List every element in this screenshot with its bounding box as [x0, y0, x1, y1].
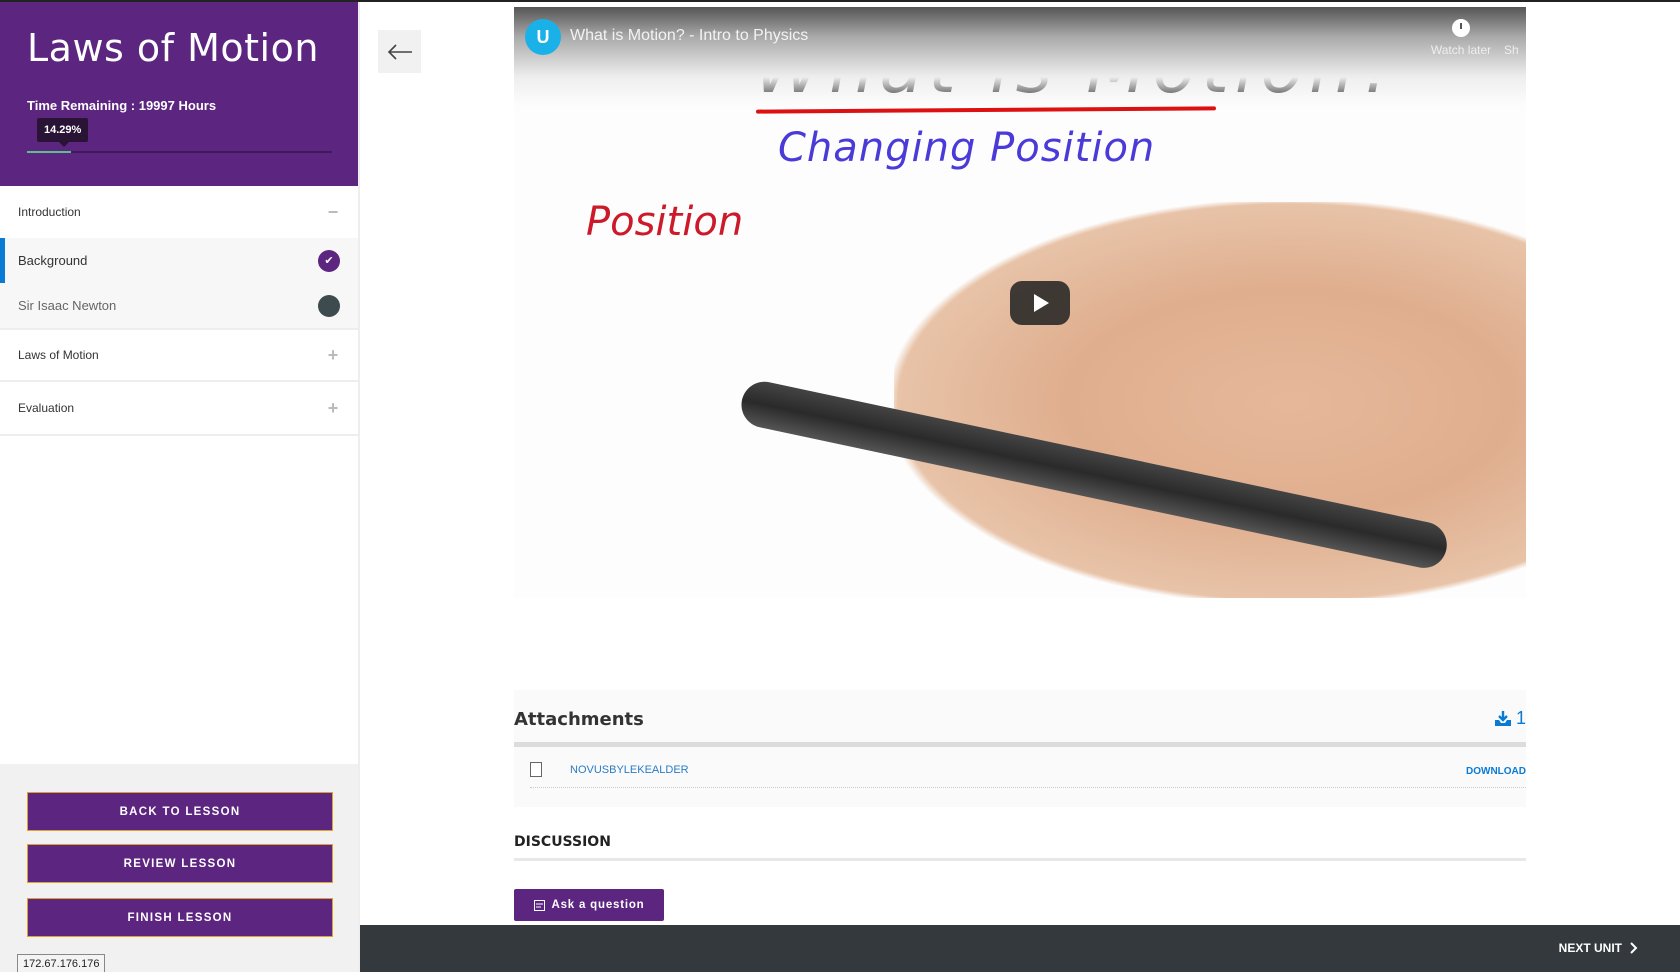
- share-label: Sh: [1504, 43, 1519, 57]
- ask-question-button[interactable]: Ask a question: [514, 889, 664, 921]
- play-icon: [1034, 294, 1049, 312]
- unit-label: Background: [18, 253, 88, 268]
- share-button[interactable]: Sh: [1504, 19, 1526, 57]
- incomplete-status-icon: [318, 294, 340, 317]
- attachments-title: Attachments: [514, 709, 644, 730]
- course-sidebar: Laws of Motion Time Remaining : 19997 Ho…: [0, 2, 360, 972]
- chevron-right-icon: [1630, 942, 1638, 954]
- ip-address-label: 172.67.176.176: [17, 954, 106, 972]
- expand-icon[interactable]: +: [326, 398, 340, 419]
- whiteboard-subheading: Changing Position: [778, 125, 1156, 171]
- sidebar-actions: BACK TO LESSON REVIEW LESSON FINISH LESS…: [0, 764, 358, 972]
- video-title[interactable]: What is Motion? - Intro to Physics: [570, 27, 808, 45]
- attachments-divider: [514, 742, 1526, 747]
- next-unit-label: NEXT UNIT: [1558, 941, 1622, 955]
- question-form-icon: [533, 899, 545, 911]
- ask-question-label: Ask a question: [551, 899, 645, 911]
- pdf-file-icon: [530, 762, 542, 777]
- completed-check-icon: ✔: [318, 249, 340, 272]
- attachment-file-name[interactable]: NOVUSBYLEKEALDER: [570, 764, 689, 776]
- discussion-divider: [514, 858, 1526, 861]
- section-introduction: Introduction − Background ✔ Sir Isaac Ne…: [0, 186, 358, 330]
- bottom-navigation-bar: NEXT UNIT: [360, 925, 1680, 972]
- video-title-overlay: [514, 7, 1526, 107]
- finish-lesson-button[interactable]: FINISH LESSON: [27, 898, 333, 937]
- section-evaluation: Evaluation +: [0, 382, 358, 436]
- watch-later-label: Watch later: [1430, 43, 1492, 57]
- video-player[interactable]: What is Motion? Changing Position Positi…: [514, 7, 1526, 598]
- back-to-lesson-button[interactable]: BACK TO LESSON: [27, 792, 333, 831]
- arrow-left-icon: [387, 43, 412, 60]
- unit-label: Sir Isaac Newton: [18, 298, 117, 313]
- attachments-count-value: 1: [1515, 708, 1526, 728]
- section-label: Introduction: [18, 205, 81, 219]
- discussion-title: DISCUSSION: [514, 834, 611, 850]
- section-header-laws-of-motion[interactable]: Laws of Motion +: [0, 330, 358, 380]
- attachment-item: NOVUSBYLEKEALDER DOWNLOAD: [530, 752, 1526, 788]
- time-remaining: Time Remaining : 19997 Hours: [27, 98, 217, 113]
- play-button[interactable]: [1010, 281, 1070, 325]
- back-button[interactable]: [378, 30, 421, 73]
- attachments-count: 1: [1494, 708, 1526, 729]
- section-label: Laws of Motion: [18, 348, 99, 362]
- section-header-evaluation[interactable]: Evaluation +: [0, 382, 358, 434]
- clock-icon: [1452, 19, 1470, 37]
- course-progress-bar: 14.29%: [27, 118, 332, 153]
- sidebar-header: Laws of Motion Time Remaining : 19997 Ho…: [0, 2, 358, 186]
- next-unit-button[interactable]: NEXT UNIT: [1559, 941, 1638, 955]
- progress-fill: [27, 151, 71, 153]
- collapse-icon[interactable]: −: [326, 202, 340, 223]
- watch-later-button[interactable]: Watch later: [1426, 19, 1496, 57]
- review-lesson-button[interactable]: REVIEW LESSON: [27, 844, 333, 883]
- section-label: Evaluation: [18, 401, 75, 415]
- expand-icon[interactable]: +: [326, 345, 340, 366]
- unit-background[interactable]: Background ✔: [0, 238, 358, 283]
- unit-sir-isaac-newton[interactable]: Sir Isaac Newton: [0, 283, 358, 328]
- download-link[interactable]: DOWNLOAD: [1466, 766, 1526, 777]
- share-icon: [1504, 19, 1526, 43]
- whiteboard-note: Position: [586, 199, 744, 245]
- course-title: Laws of Motion: [27, 26, 319, 70]
- channel-logo-icon[interactable]: U: [525, 19, 561, 55]
- progress-tooltip: 14.29%: [37, 118, 89, 147]
- section-laws-of-motion: Laws of Motion +: [0, 330, 358, 382]
- attachments-panel: Attachments 1 NOVUSBYLEKEALDER DOWNLOAD: [514, 690, 1526, 807]
- download-tray-icon: [1494, 710, 1511, 726]
- section-header-introduction[interactable]: Introduction −: [0, 186, 358, 238]
